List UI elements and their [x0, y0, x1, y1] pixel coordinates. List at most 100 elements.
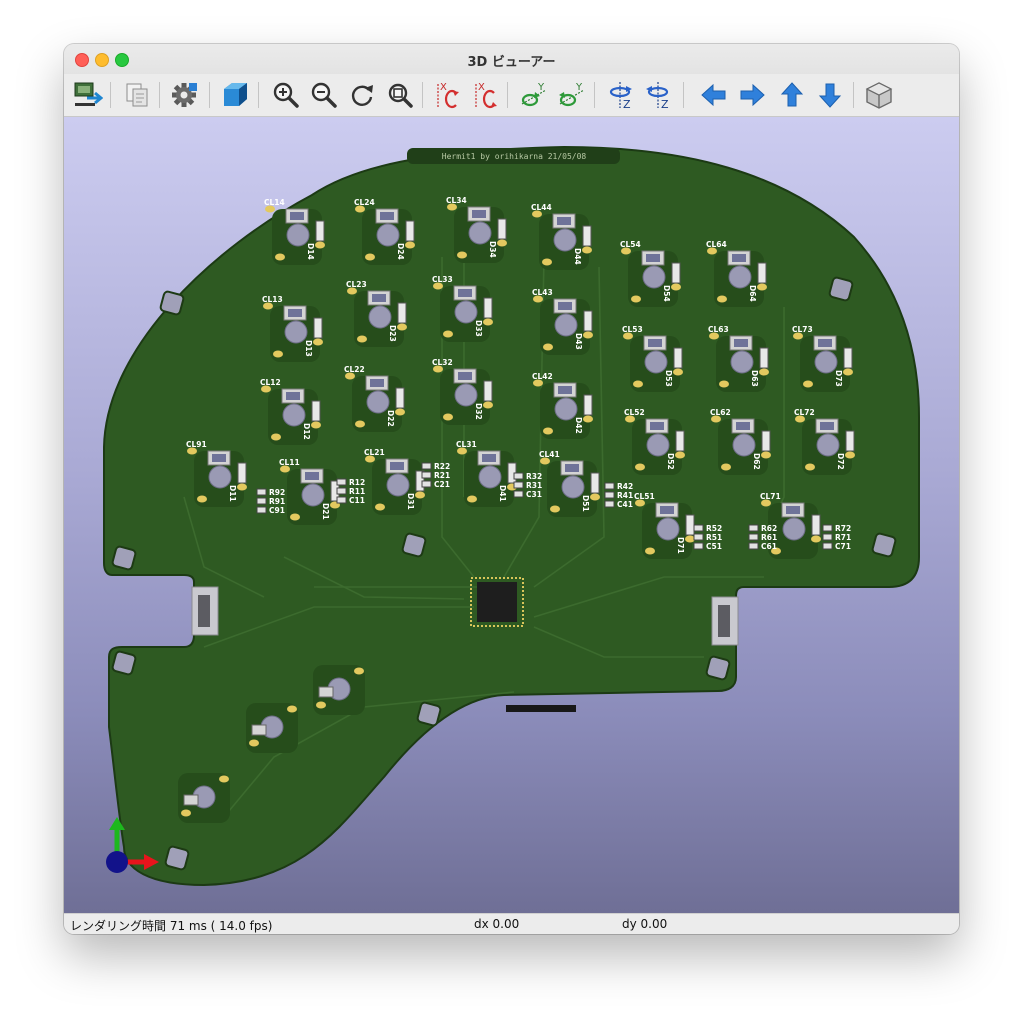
passive-label: R62 [761, 524, 777, 533]
rotate-y-cw-button[interactable]: Y [518, 79, 550, 111]
arrow-up-icon [780, 82, 804, 107]
passive-label: R71 [835, 533, 851, 542]
diode-label: D51 [581, 495, 590, 512]
usb-connector-j2 [711, 596, 739, 646]
rotate-x-icon: X [475, 82, 497, 109]
silkscreen-title: Hermit1 by orihikarna 21/05/08 [442, 152, 587, 161]
key-label: CL54 [620, 240, 641, 249]
pcb-render: Hermit1 by orihikarna 21/05/08 CL14 D14 CL… [103, 145, 920, 887]
key-label: CL11 [279, 458, 300, 467]
reload-board-button[interactable] [72, 79, 104, 111]
diode-label: D53 [664, 370, 673, 387]
copy-icon [126, 83, 148, 107]
zoom-in-icon [273, 82, 299, 108]
key-label: CL22 [344, 365, 365, 374]
key-label: CL24 [354, 198, 375, 207]
passive-label: R41 [617, 491, 633, 500]
passive-label: C31 [526, 490, 542, 499]
svg-text:Z: Z [623, 98, 631, 110]
diode-label: D72 [836, 453, 845, 470]
zoom-in-button[interactable] [270, 79, 302, 111]
3d-viewport[interactable]: Hermit1 by orihikarna 21/05/08 CL14 D14 CL… [64, 117, 959, 913]
zoom-fit-button[interactable] [384, 79, 416, 111]
copy-image-button[interactable] [121, 79, 153, 111]
diode-label: D22 [386, 410, 395, 427]
diode-label: D73 [834, 370, 843, 387]
refresh-icon [351, 85, 373, 106]
arrow-right-icon [740, 83, 765, 107]
svg-text:Z: Z [661, 98, 669, 110]
key-label: CL91 [186, 440, 207, 449]
rotate-z-icon: Z [609, 82, 632, 110]
preferences-button[interactable] [169, 79, 201, 111]
diode-label: D44 [573, 248, 582, 265]
toolbar: X X Y Y Z Z [64, 74, 959, 117]
rotate-z-cw-button[interactable]: Z [606, 79, 638, 111]
pan-up-button[interactable] [776, 79, 808, 111]
key-label: CL73 [792, 325, 813, 334]
key-label: CL13 [262, 295, 283, 304]
passive-label: R51 [706, 533, 722, 542]
diode-label: D32 [474, 403, 483, 420]
passive-label: R11 [349, 487, 365, 496]
passive-label: R32 [526, 472, 542, 481]
diode-label: D23 [388, 325, 397, 342]
diode-label: D14 [306, 243, 315, 260]
passive-label: R21 [434, 471, 450, 480]
svg-text:Y: Y [575, 82, 583, 93]
key-label: CL63 [708, 325, 729, 334]
key-label: CL31 [456, 440, 477, 449]
render-time-readout: レンダリング時間 71 ms ( 14.0 fps) [70, 919, 273, 933]
key-label: CL32 [432, 358, 453, 367]
usb-connector-j1 [191, 586, 219, 636]
passive-label: C61 [761, 542, 777, 551]
rotate-y-icon: Y [559, 82, 585, 107]
rotate-y-ccw-button[interactable]: Y [556, 79, 588, 111]
key-label: CL51 [634, 492, 655, 501]
passive-label: R61 [761, 533, 777, 542]
passive-label: R92 [269, 488, 285, 497]
diode-label: D11 [228, 485, 237, 502]
pan-right-button[interactable] [736, 79, 768, 111]
pan-down-button[interactable] [814, 79, 846, 111]
diode-label: D64 [748, 285, 757, 302]
arrow-left-icon [701, 83, 726, 107]
key-label: CL72 [794, 408, 815, 417]
key-label: CL33 [432, 275, 453, 284]
diode-label: D54 [662, 285, 671, 302]
status-bar: レンダリング時間 71 ms ( 14.0 fps) dx 0.00 dy 0.… [64, 913, 959, 934]
key-label: CL42 [532, 372, 553, 381]
title-bar[interactable]: 3D ビューアー [64, 44, 959, 74]
window-title: 3D ビューアー [467, 55, 556, 70]
arrow-down-icon [818, 83, 842, 108]
raytracing-toggle-button[interactable] [219, 79, 251, 111]
mcu-chip [470, 577, 524, 627]
redraw-button[interactable] [346, 79, 378, 111]
key-label: CL12 [260, 378, 281, 387]
toggle-orthographic-button[interactable] [863, 79, 895, 111]
ortho-cube-icon [865, 82, 893, 109]
diode-label: D41 [498, 485, 507, 502]
diode-label: D71 [676, 537, 685, 554]
passive-label: C51 [706, 542, 722, 551]
key-label: CL43 [532, 288, 553, 297]
rotate-z-ccw-button[interactable]: Z [644, 79, 676, 111]
rotate-x-ccw-button[interactable]: X [470, 79, 502, 111]
rotate-y-icon: Y [521, 82, 547, 107]
key-label: CL44 [531, 203, 552, 212]
passive-label: R22 [434, 462, 450, 471]
passive-label: R91 [269, 497, 285, 506]
svg-text:X: X [478, 82, 485, 93]
zoom-out-button[interactable] [308, 79, 340, 111]
pan-left-button[interactable] [698, 79, 730, 111]
rotate-x-cw-button[interactable]: X [432, 79, 464, 111]
key-label: CL23 [346, 280, 367, 289]
passive-label: R12 [349, 478, 365, 487]
viewer-window: 3D ビューアー X X Y Y Z Z Hermit1 by orihikar… [64, 44, 959, 934]
passive-label: C21 [434, 480, 450, 489]
passive-label: C91 [269, 506, 285, 515]
key-label: CL41 [539, 450, 560, 459]
key-label: CL52 [624, 408, 645, 417]
dy-readout: dy 0.00 [622, 917, 668, 931]
pin-header-j3 [506, 705, 576, 712]
